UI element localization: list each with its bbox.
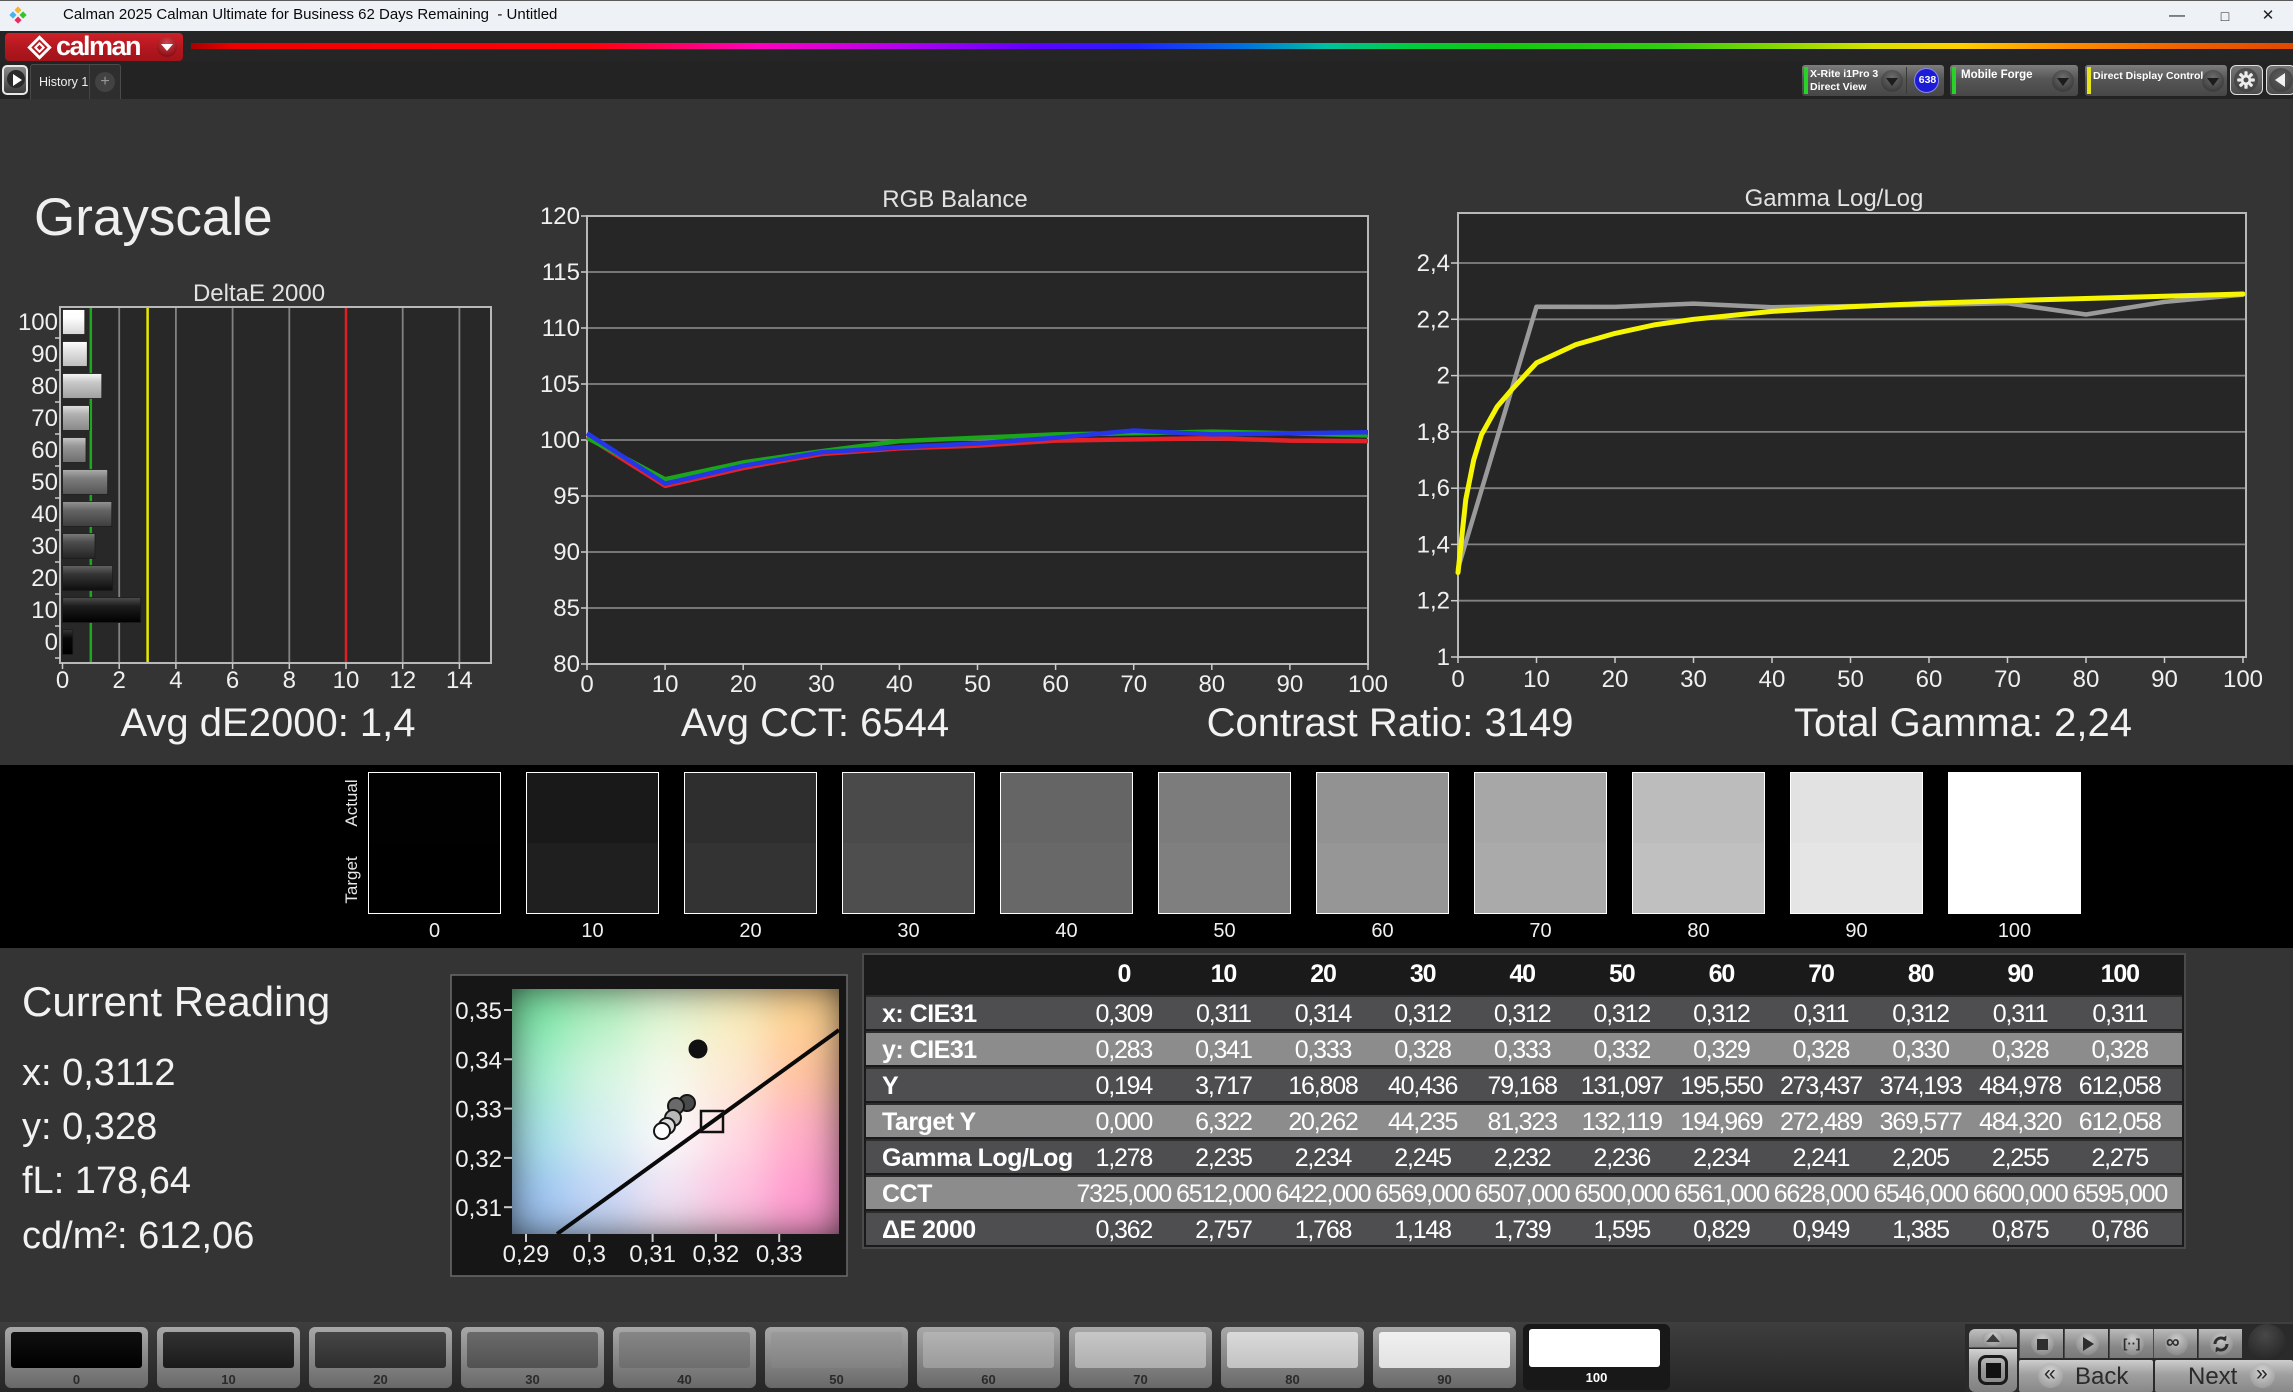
svg-text:115: 115: [542, 259, 580, 286]
svg-text:85: 85: [553, 595, 580, 622]
svg-text:10: 10: [31, 597, 58, 624]
svg-text:50: 50: [31, 469, 58, 496]
svg-text:100: 100: [540, 427, 580, 454]
svg-text:0,35: 0,35: [455, 998, 502, 1025]
svg-text:40: 40: [1759, 666, 1786, 693]
svg-text:DeltaE 2000: DeltaE 2000: [193, 280, 325, 307]
svg-text:0,3: 0,3: [573, 1241, 606, 1268]
svg-text:95: 95: [553, 483, 580, 510]
svg-text:0,31: 0,31: [455, 1195, 502, 1222]
svg-text:0,34: 0,34: [455, 1047, 502, 1074]
svg-text:60: 60: [31, 437, 58, 464]
svg-text:0,29: 0,29: [503, 1241, 550, 1268]
svg-text:20: 20: [730, 671, 757, 698]
svg-text:70: 70: [1120, 671, 1147, 698]
svg-text:1: 1: [1437, 644, 1450, 671]
svg-text:1,4: 1,4: [1417, 531, 1450, 558]
svg-text:90: 90: [31, 341, 58, 368]
svg-text:80: 80: [553, 651, 580, 678]
svg-text:30: 30: [1680, 666, 1707, 693]
svg-text:1,2: 1,2: [1417, 588, 1450, 615]
svg-text:100: 100: [18, 309, 58, 336]
svg-text:0,31: 0,31: [629, 1241, 676, 1268]
svg-text:30: 30: [808, 671, 835, 698]
svg-text:100: 100: [2223, 666, 2263, 693]
svg-text:0: 0: [1451, 666, 1464, 693]
svg-text:70: 70: [1994, 666, 2021, 693]
svg-text:40: 40: [31, 501, 58, 528]
svg-text:40: 40: [886, 671, 913, 698]
svg-text:0: 0: [56, 667, 69, 694]
svg-text:2,2: 2,2: [1417, 306, 1450, 333]
svg-text:50: 50: [1837, 666, 1864, 693]
svg-text:0,33: 0,33: [756, 1241, 803, 1268]
svg-text:12: 12: [389, 667, 416, 694]
svg-text:105: 105: [540, 371, 580, 398]
svg-text:30: 30: [31, 533, 58, 560]
svg-text:2: 2: [1437, 363, 1450, 390]
svg-text:0,32: 0,32: [693, 1241, 740, 1268]
svg-text:6: 6: [226, 667, 239, 694]
svg-text:60: 60: [1916, 666, 1943, 693]
svg-text:10: 10: [333, 667, 360, 694]
svg-text:80: 80: [2073, 666, 2100, 693]
svg-text:80: 80: [31, 373, 58, 400]
svg-text:RGB Balance: RGB Balance: [882, 186, 1027, 213]
svg-text:100: 100: [1348, 671, 1388, 698]
svg-text:10: 10: [1523, 666, 1550, 693]
svg-text:20: 20: [31, 565, 58, 592]
svg-text:10: 10: [652, 671, 679, 698]
svg-text:0: 0: [580, 671, 593, 698]
svg-text:1,6: 1,6: [1417, 475, 1450, 502]
svg-text:90: 90: [553, 539, 580, 566]
svg-text:14: 14: [446, 667, 473, 694]
svg-text:2: 2: [113, 667, 126, 694]
svg-text:1,8: 1,8: [1417, 419, 1450, 446]
svg-text:20: 20: [1602, 666, 1629, 693]
svg-text:110: 110: [542, 315, 580, 342]
svg-text:8: 8: [283, 667, 296, 694]
svg-text:0: 0: [45, 629, 58, 656]
svg-text:50: 50: [964, 671, 991, 698]
svg-text:120: 120: [540, 203, 580, 230]
svg-text:90: 90: [1277, 671, 1304, 698]
svg-text:0,33: 0,33: [455, 1097, 502, 1124]
svg-text:Gamma Log/Log: Gamma Log/Log: [1745, 185, 1924, 212]
svg-text:0,32: 0,32: [455, 1146, 502, 1173]
svg-text:90: 90: [2151, 666, 2178, 693]
svg-text:4: 4: [169, 667, 182, 694]
svg-text:80: 80: [1198, 671, 1225, 698]
svg-text:2,4: 2,4: [1417, 250, 1450, 277]
svg-text:60: 60: [1042, 671, 1069, 698]
svg-text:70: 70: [31, 405, 58, 432]
